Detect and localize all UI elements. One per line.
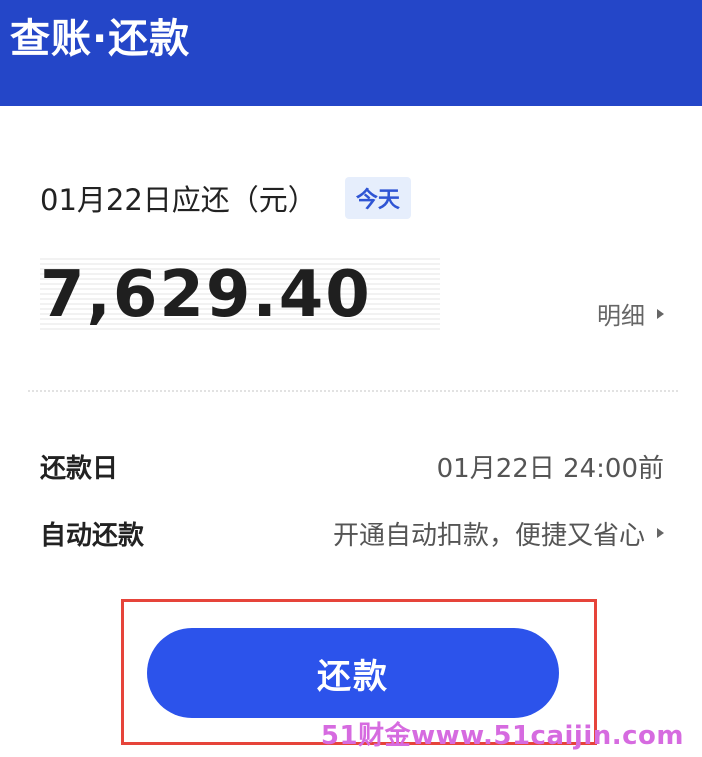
repay-button-label: 还款 bbox=[317, 656, 389, 697]
repay-button[interactable]: 还款 bbox=[147, 628, 559, 718]
auto-repay-row: 自动还款 开通自动扣款，便捷又省心 bbox=[40, 513, 664, 553]
repay-day-label: 还款日 bbox=[40, 453, 119, 484]
page-title: 查账·还款 bbox=[10, 16, 191, 62]
due-date-label: 01月22日应还（元） bbox=[40, 183, 317, 217]
due-label-row: 01月22日应还（元） 今天 bbox=[40, 177, 411, 219]
auto-repay-label: 自动还款 bbox=[40, 520, 145, 551]
amount-display: 7,629.40 bbox=[40, 258, 440, 330]
detail-link[interactable]: 明细 bbox=[597, 296, 664, 331]
watermark: 51财金www.51caijin.com bbox=[320, 721, 684, 751]
top-bar: 查账·还款 bbox=[0, 0, 702, 106]
auto-repay-link[interactable]: 开通自动扣款，便捷又省心 bbox=[333, 515, 664, 552]
divider bbox=[28, 390, 678, 392]
repay-day-row: 还款日 01月22日 24:00前 bbox=[40, 446, 664, 486]
repay-day-value: 01月22日 24:00前 bbox=[436, 453, 664, 484]
caret-right-icon bbox=[657, 308, 664, 319]
auto-repay-link-label: 开通自动扣款，便捷又省心 bbox=[332, 520, 645, 551]
detail-link-label: 明细 bbox=[597, 302, 645, 330]
today-badge: 今天 bbox=[344, 177, 411, 219]
caret-right-icon bbox=[657, 528, 664, 538]
due-amount: 7,629.40 bbox=[40, 258, 372, 332]
